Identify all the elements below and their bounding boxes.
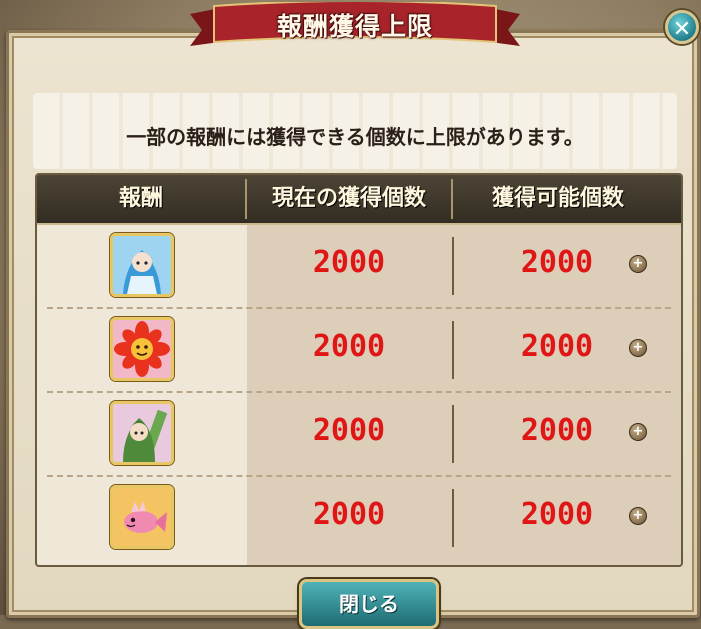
header-current-count: 現在の獲得個数 — [271, 186, 426, 211]
info-plus-icon[interactable]: + — [629, 507, 647, 525]
max-count-value: 2000 — [520, 497, 594, 532]
close-icon[interactable]: ✕ — [665, 10, 699, 44]
notice-text: 一部の報酬には獲得できる個数に上限があります。 — [126, 125, 584, 149]
info-plus-icon[interactable]: + — [629, 255, 647, 273]
table-row: 2000 2000 + — [37, 309, 681, 393]
title-ribbon: 報酬獲得上限 — [190, 2, 520, 50]
header-reward: 報酬 — [118, 186, 163, 211]
green-hood-character-icon[interactable] — [110, 401, 174, 465]
table-row: 2000 2000 + — [37, 477, 681, 561]
red-flower-creature-icon[interactable] — [110, 317, 174, 381]
table-header: 報酬 現在の獲得個数 獲得可能個数 — [37, 175, 681, 225]
close-button[interactable]: 閉じる — [299, 579, 439, 629]
value-divider — [452, 489, 454, 547]
header-max-count: 獲得可能個数 — [491, 186, 624, 211]
value-divider — [452, 321, 454, 379]
info-plus-icon[interactable]: + — [629, 339, 647, 357]
reward-table: 報酬 現在の獲得個数 獲得可能個数 2000 2000 + 2000 2000 … — [35, 173, 683, 567]
table-row: 2000 2000 + — [37, 225, 681, 309]
current-count-value: 2000 — [312, 413, 386, 448]
max-count-value: 2000 — [520, 245, 594, 280]
dialog-title: 報酬獲得上限 — [276, 12, 433, 41]
notice-panel: 一部の報酬には獲得できる個数に上限があります。 — [33, 93, 677, 169]
pink-fish-creature-icon[interactable] — [110, 485, 174, 549]
max-count-value: 2000 — [520, 413, 594, 448]
reward-limit-dialog: 一部の報酬には獲得できる個数に上限があります。 報酬 現在の獲得個数 獲得可能個… — [6, 30, 700, 629]
blue-haired-girl-character-icon[interactable] — [110, 233, 174, 297]
table-row: 2000 2000 + — [37, 393, 681, 477]
current-count-value: 2000 — [312, 245, 386, 280]
max-count-value: 2000 — [520, 329, 594, 364]
info-plus-icon[interactable]: + — [629, 423, 647, 441]
value-divider — [452, 237, 454, 295]
current-count-value: 2000 — [312, 497, 386, 532]
current-count-value: 2000 — [312, 329, 386, 364]
value-divider — [452, 405, 454, 463]
